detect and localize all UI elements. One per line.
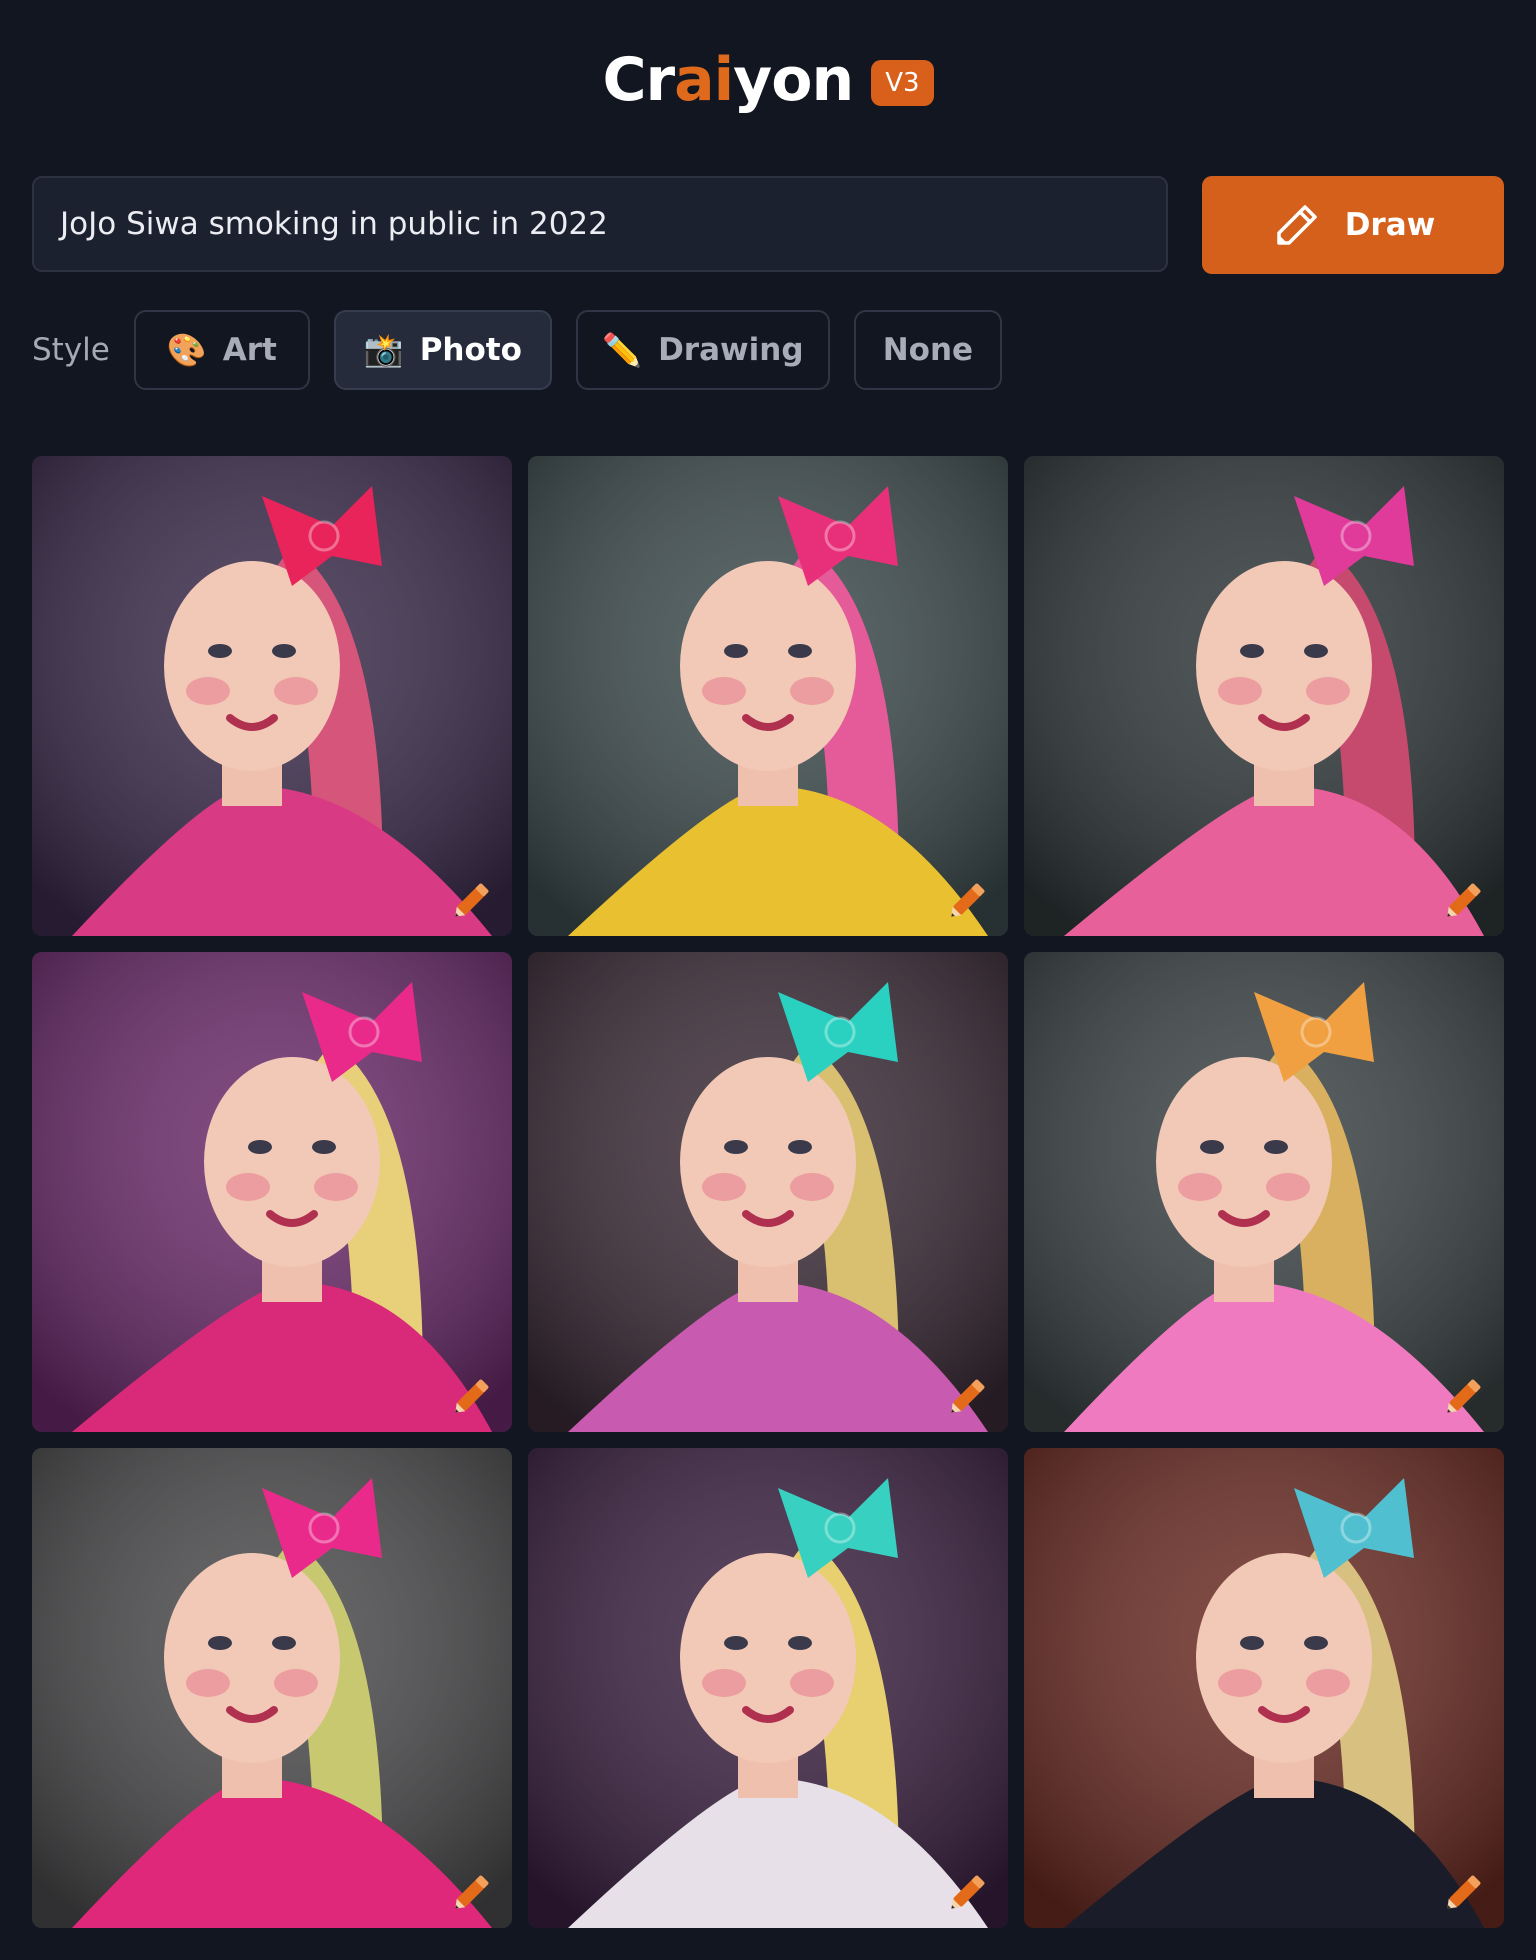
draw-button[interactable]: Draw — [1202, 176, 1504, 274]
style-option-art[interactable]: 🎨 Art — [133, 310, 310, 390]
style-option-label: Photo — [419, 332, 522, 368]
generated-image-6[interactable] — [1024, 952, 1504, 1432]
style-option-none[interactable]: None — [853, 310, 1002, 390]
portrait-image — [528, 952, 1008, 1432]
pencil-icon: ✏️ — [602, 331, 643, 369]
portrait-image — [32, 456, 512, 936]
camera-flash-icon: 📸 — [363, 331, 404, 369]
draw-button-label: Draw — [1344, 207, 1436, 243]
style-selector: Style 🎨 Art 📸 Photo ✏️ Drawing None — [32, 308, 1026, 392]
edit-pencil-icon[interactable] — [448, 874, 498, 924]
generated-image-7[interactable] — [32, 1448, 512, 1928]
generated-image-9[interactable] — [1024, 1448, 1504, 1928]
image-grid — [32, 456, 1504, 1928]
header: Cr ai yon V3 — [0, 40, 1536, 120]
style-option-drawing[interactable]: ✏️ Drawing — [575, 310, 830, 390]
portrait-image — [32, 1448, 512, 1928]
style-option-photo[interactable]: 📸 Photo — [333, 310, 552, 390]
edit-pencil-icon[interactable] — [1440, 1370, 1490, 1420]
portrait-image — [1024, 456, 1504, 936]
style-option-label: None — [882, 332, 974, 368]
generated-image-1[interactable] — [32, 456, 512, 936]
portrait-image — [1024, 952, 1504, 1432]
edit-pencil-icon[interactable] — [1440, 1866, 1490, 1916]
edit-pencil-icon[interactable] — [944, 1370, 994, 1420]
logo-text-start: Cr — [602, 45, 675, 115]
portrait-image — [528, 456, 1008, 936]
logo-text-end: yon — [733, 45, 854, 115]
portrait-image — [1024, 1448, 1504, 1928]
portrait-image — [32, 952, 512, 1432]
style-label: Style — [32, 332, 110, 368]
edit-pencil-icon[interactable] — [944, 1866, 994, 1916]
generated-image-8[interactable] — [528, 1448, 1008, 1928]
logo-text-accent: ai — [674, 45, 734, 115]
pencil-icon — [1276, 205, 1317, 245]
prompt-input[interactable]: JoJo Siwa smoking in public in 2022 — [32, 176, 1168, 272]
edit-pencil-icon[interactable] — [448, 1866, 498, 1916]
style-option-label: Drawing — [658, 332, 804, 368]
version-badge: V3 — [871, 60, 934, 106]
prompt-input-value: JoJo Siwa smoking in public in 2022 — [60, 206, 608, 242]
palette-icon: 🎨 — [166, 331, 207, 369]
prompt-row: JoJo Siwa smoking in public in 2022 Draw — [32, 176, 1504, 276]
style-option-label: Art — [222, 332, 277, 368]
craiyon-logo[interactable]: Cr ai yon — [602, 45, 854, 115]
edit-pencil-icon[interactable] — [448, 1370, 498, 1420]
generated-image-4[interactable] — [32, 952, 512, 1432]
edit-pencil-icon[interactable] — [944, 874, 994, 924]
portrait-image — [528, 1448, 1008, 1928]
generated-image-3[interactable] — [1024, 456, 1504, 936]
generated-image-2[interactable] — [528, 456, 1008, 936]
generated-image-5[interactable] — [528, 952, 1008, 1432]
edit-pencil-icon[interactable] — [1440, 874, 1490, 924]
